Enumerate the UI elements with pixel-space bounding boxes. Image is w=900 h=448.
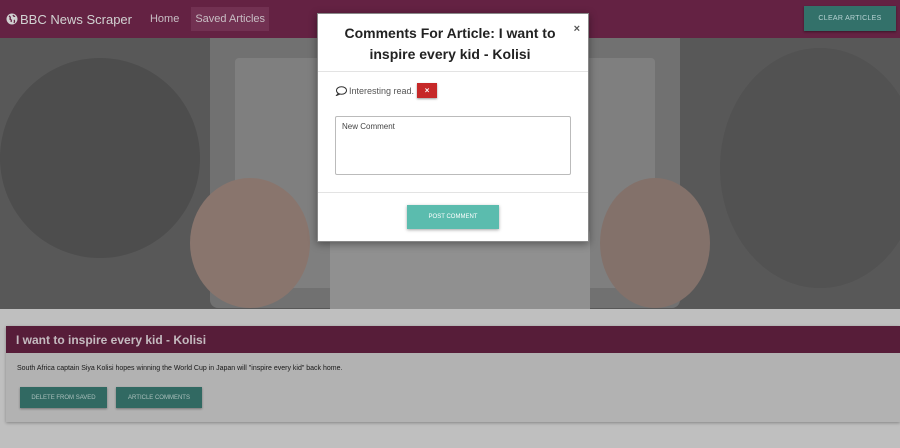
delete-comment-button[interactable]: ×: [417, 83, 438, 98]
modal-footer-divider: [318, 192, 588, 193]
modal-title: Comments For Article: I want to inspire …: [344, 25, 556, 62]
modal-header-divider: [318, 71, 588, 72]
comments-modal: Comments For Article: I want to inspire …: [317, 13, 589, 242]
comment-text: Interesting read.: [349, 85, 415, 96]
speech-bubble-icon: [335, 85, 347, 96]
close-icon[interactable]: ×: [574, 23, 580, 35]
comment-item: Interesting read. ×: [335, 83, 438, 98]
post-comment-button[interactable]: POST COMMENT: [407, 205, 499, 229]
new-comment-input[interactable]: [335, 116, 571, 175]
